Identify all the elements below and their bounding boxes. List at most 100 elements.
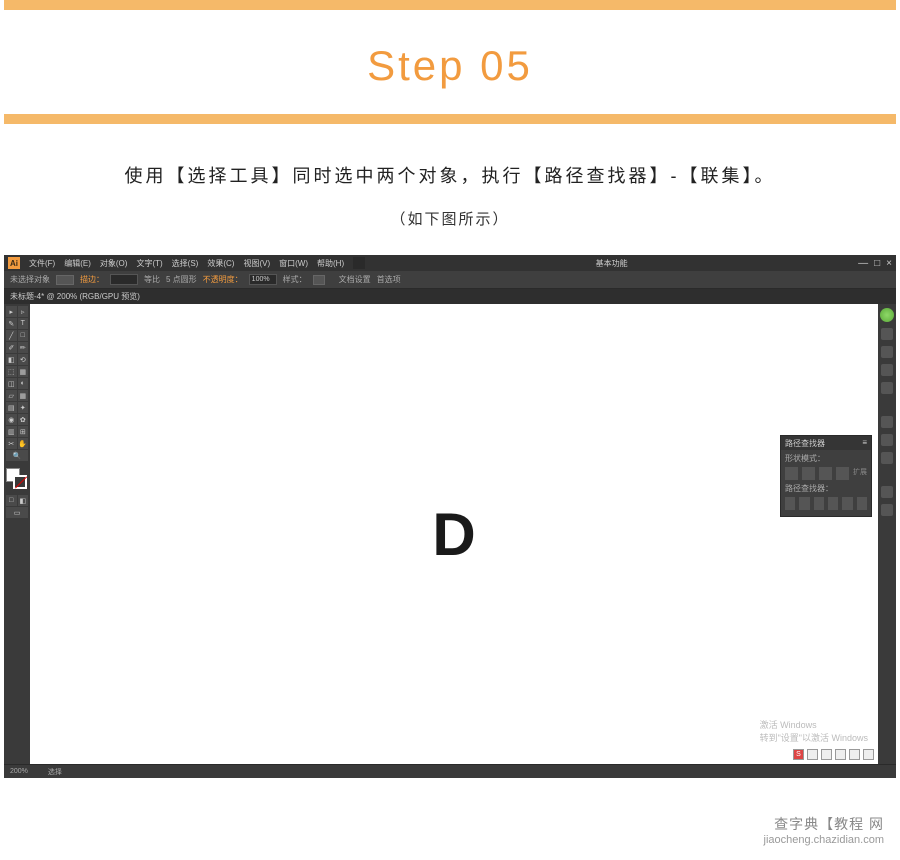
minus-front-button[interactable]: [802, 467, 815, 480]
watermark-main: 查字典【教程 网: [764, 814, 884, 834]
appearance-panel-icon[interactable]: [881, 486, 893, 498]
fill-swatch[interactable]: [56, 275, 74, 285]
canvas[interactable]: D 激活 Windows 转到"设置"以激活 Windows S: [30, 304, 878, 764]
stroke-weight-input[interactable]: [110, 274, 138, 285]
stroke-panel-icon[interactable]: [881, 416, 893, 428]
swatches-panel-icon[interactable]: [881, 346, 893, 358]
tool-width[interactable]: ▦: [18, 366, 29, 377]
unite-button[interactable]: [785, 467, 798, 480]
layers-panel-icon[interactable]: [881, 504, 893, 516]
systray-icon-3[interactable]: [835, 749, 846, 760]
preferences-button[interactable]: 首选项: [377, 274, 401, 285]
pathfinder-panel-header[interactable]: 路径查找器 ≡: [781, 436, 871, 450]
systray-icon-s[interactable]: S: [793, 749, 804, 760]
tool-zoom[interactable]: 🔍: [6, 450, 28, 461]
ai-logo-icon: Ai: [8, 257, 20, 269]
tool-line[interactable]: ╱: [6, 330, 17, 341]
tool-selection[interactable]: ▸: [6, 306, 17, 317]
systray-icon-2[interactable]: [821, 749, 832, 760]
zoom-level[interactable]: 200%: [10, 768, 28, 775]
style-swatch[interactable]: [313, 275, 325, 285]
menu-view[interactable]: 视图(V): [243, 258, 270, 269]
tool-brush[interactable]: ✐: [6, 342, 17, 353]
tool-perspective[interactable]: ▱: [6, 390, 17, 401]
intersect-button[interactable]: [819, 467, 832, 480]
tool-direct-selection[interactable]: ▹: [18, 306, 29, 317]
close-button[interactable]: ×: [886, 258, 892, 269]
crop-button[interactable]: [828, 497, 838, 510]
brush-label[interactable]: 5 点圆形: [166, 274, 197, 285]
systray-icon-5[interactable]: [863, 749, 874, 760]
tool-hand[interactable]: ✋: [18, 438, 29, 449]
color-panel-icon[interactable]: [881, 328, 893, 340]
systray-icon-1[interactable]: [807, 749, 818, 760]
watermark-url: jiaocheng.chazidian.com: [764, 834, 884, 846]
workspace-switcher[interactable]: 基本功能: [596, 258, 628, 269]
fill-stroke-indicator[interactable]: [6, 468, 28, 490]
no-selection-label: 未选择对象: [10, 274, 50, 285]
tool-shape-builder[interactable]: ◐: [18, 378, 29, 389]
tool-symbol[interactable]: ✿: [18, 414, 29, 425]
pathfinder-panel[interactable]: 路径查找器 ≡ 形状模式： 扩展 路径查找器：: [780, 435, 872, 517]
tool-pen[interactable]: ✎: [6, 318, 17, 329]
pathfinder-title: 路径查找器: [785, 438, 825, 448]
exclude-button[interactable]: [836, 467, 849, 480]
symbols-panel-icon[interactable]: [881, 382, 893, 394]
status-tool-hint: 选择: [48, 767, 62, 777]
tool-gradient[interactable]: ▤: [6, 402, 17, 413]
minus-back-button[interactable]: [857, 497, 867, 510]
draw-mode-behind[interactable]: ◧: [18, 495, 29, 506]
minimize-button[interactable]: —: [858, 258, 868, 269]
opacity-input[interactable]: [249, 274, 277, 285]
menu-type[interactable]: 文字(T): [136, 258, 162, 269]
menu-help[interactable]: 帮助(H): [317, 258, 344, 269]
tool-rectangle[interactable]: □: [18, 330, 29, 341]
expand-button[interactable]: 扩展: [853, 467, 867, 480]
opacity-label: 不透明度：: [203, 274, 243, 285]
menu-effect[interactable]: 效果(C): [207, 258, 234, 269]
transparency-panel-icon[interactable]: [881, 452, 893, 464]
gradient-panel-icon[interactable]: [881, 434, 893, 446]
menubar: Ai 文件(F) 编辑(E) 对象(O) 文字(T) 选择(S) 效果(C) 视…: [4, 255, 896, 271]
tool-mesh[interactable]: ▦: [18, 390, 29, 401]
tool-type[interactable]: T: [18, 318, 29, 329]
instruction-sub: （如下图所示）: [0, 208, 900, 229]
brushes-panel-icon[interactable]: [881, 364, 893, 376]
bridge-icon[interactable]: [353, 257, 365, 269]
menu-window[interactable]: 窗口(W): [279, 258, 308, 269]
tool-eyedropper[interactable]: ✦: [18, 402, 29, 413]
document-tab[interactable]: 未标题-4* @ 200% (RGB/GPU 预览): [10, 291, 140, 302]
top-orange-bar: [4, 0, 896, 10]
tool-blend[interactable]: ◉: [6, 414, 17, 425]
menu-select[interactable]: 选择(S): [172, 258, 199, 269]
watermark-line1: 激活 Windows: [760, 718, 868, 731]
trim-button[interactable]: [799, 497, 809, 510]
menu-edit[interactable]: 编辑(E): [64, 258, 91, 269]
watermark-line2: 转到"设置"以激活 Windows: [760, 731, 868, 744]
illustrator-window: Ai 文件(F) 编辑(E) 对象(O) 文字(T) 选择(S) 效果(C) 视…: [4, 255, 896, 775]
merge-button[interactable]: [814, 497, 824, 510]
tool-artboard[interactable]: ⊞: [18, 426, 29, 437]
systray-icon-4[interactable]: [849, 749, 860, 760]
libraries-icon[interactable]: [880, 308, 894, 322]
menu-object[interactable]: 对象(O): [100, 258, 128, 269]
panel-menu-icon[interactable]: ≡: [862, 438, 867, 448]
tool-scale[interactable]: ⬚: [6, 366, 17, 377]
menu-file[interactable]: 文件(F): [29, 258, 55, 269]
tool-graph[interactable]: ▥: [6, 426, 17, 437]
tool-pencil[interactable]: ✏: [18, 342, 29, 353]
divide-button[interactable]: [785, 497, 795, 510]
tool-slice[interactable]: ✂: [6, 438, 17, 449]
stroke-color-icon[interactable]: [13, 475, 27, 489]
maximize-button[interactable]: □: [874, 258, 880, 269]
step-title: Step 05: [0, 42, 900, 90]
tool-eraser[interactable]: ◧: [6, 354, 17, 365]
tool-free-transform[interactable]: ◫: [6, 378, 17, 389]
outline-button[interactable]: [842, 497, 852, 510]
tool-rotate[interactable]: ⟲: [18, 354, 29, 365]
shape-modes-label: 形状模式：: [785, 453, 867, 464]
doc-setup-button[interactable]: 文档设置: [339, 274, 371, 285]
screen-mode[interactable]: ▭: [6, 507, 28, 518]
draw-mode-normal[interactable]: □: [6, 495, 17, 506]
instruction-main: 使用【选择工具】同时选中两个对象，执行【路径查找器】-【联集】。: [0, 162, 900, 188]
